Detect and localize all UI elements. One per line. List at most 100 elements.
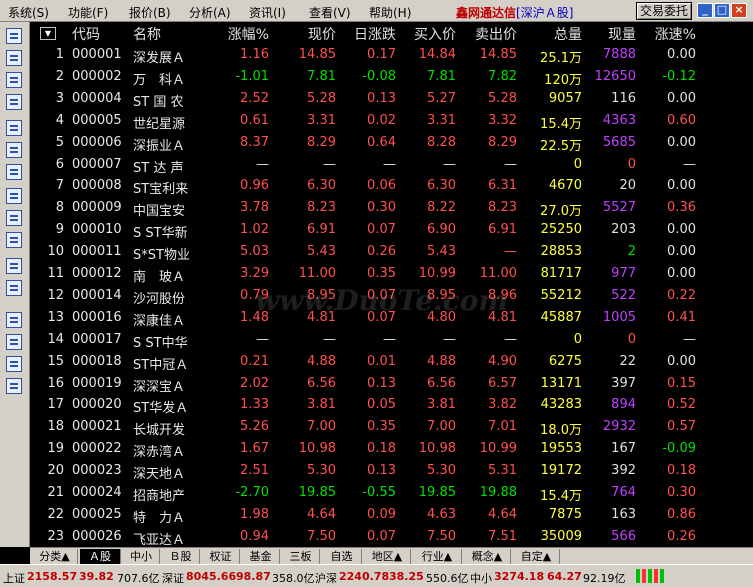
day-change: 0.07 — [367, 222, 396, 238]
speed: 0.86 — [667, 506, 696, 522]
change-pct: 0.21 — [240, 353, 269, 369]
table-row[interactable]: 11 000012 南 玻Ａ 3.29 11.00 0.35 10.99 11.00 81717… — [30, 263, 753, 285]
row-index: 10 — [47, 244, 64, 260]
col-bid[interactable]: 买入价 — [406, 24, 456, 44]
price: 19.85 — [298, 485, 336, 500]
trade-order-button[interactable]: 交易委托 — [636, 2, 692, 20]
menu-info[interactable]: 资讯(I) — [249, 4, 286, 21]
market-bar-4 — [654, 569, 658, 583]
volume: 43283 — [540, 397, 582, 413]
bid-price: 19.85 — [418, 485, 456, 500]
report-icon[interactable] — [6, 142, 22, 158]
price: 6.56 — [307, 375, 336, 391]
table-row[interactable]: 21 000024 招商地产 -2.70 19.85 -0.55 19.85 19.88 15.… — [30, 482, 753, 504]
table-row[interactable]: 23 000026 飞亚达Ａ 0.94 7.50 0.07 7.50 7.51 35009 566… — [30, 526, 753, 547]
table-row[interactable]: 2 000002 万 科Ａ -1.01 7.81 -0.08 7.81 7.82 120万 126… — [30, 66, 753, 88]
table-row[interactable]: 5 000006 深振业Ａ 8.37 8.29 0.64 8.28 8.29 22.5万 5685… — [30, 132, 753, 154]
table-row[interactable]: 10 000011 S*ST物业 5.03 5.43 0.26 5.43 — 28853 2 0.0… — [30, 241, 753, 263]
tab-0[interactable]: 分类▲ — [32, 549, 78, 564]
menu-view[interactable]: 查看(V) — [309, 4, 351, 21]
search-icon[interactable] — [6, 258, 22, 274]
col-price[interactable]: 现价 — [284, 24, 336, 44]
tab-10[interactable]: 概念▲ — [464, 549, 511, 564]
mail-icon[interactable] — [6, 188, 22, 204]
zx-index: 3274.18 — [494, 570, 545, 583]
tab-3[interactable]: Ｂ股 — [162, 549, 200, 564]
tab-1[interactable]: Ａ股 — [80, 549, 121, 564]
speed: 0.26 — [667, 528, 696, 544]
tab-9[interactable]: 行业▲ — [413, 549, 462, 564]
col-change-pct[interactable]: 涨幅% — [215, 24, 269, 44]
quote-list-icon[interactable] — [6, 28, 22, 44]
col-current-volume[interactable]: 现量 — [593, 24, 636, 44]
menu-system[interactable]: 系统(S) — [8, 4, 49, 21]
row-index: 18 — [47, 419, 64, 435]
function-icon[interactable] — [6, 232, 22, 248]
kline-icon[interactable] — [6, 94, 22, 110]
menu-function[interactable]: 功能(F) — [68, 4, 108, 21]
stock-name: 中国宝安 — [133, 204, 186, 220]
price: 11.00 — [298, 266, 336, 281]
col-volume[interactable]: 总量 — [530, 24, 582, 44]
stock-code: 000025 — [72, 506, 122, 522]
line-chart-icon[interactable] — [6, 72, 22, 88]
tab-8[interactable]: 地区▲ — [364, 549, 411, 564]
bid-price: 8.22 — [427, 200, 456, 216]
status-bar: 上证 2158.57 39.82 707.6亿 深证 8045.66 98.87… — [0, 564, 753, 587]
day-change: 0.02 — [367, 112, 396, 128]
table-icon[interactable] — [6, 50, 22, 66]
sort-arrow-icon[interactable]: ▼ — [40, 27, 56, 40]
tab-6[interactable]: 三板 — [282, 549, 320, 564]
col-speed[interactable]: 涨速% — [650, 24, 696, 44]
table-row[interactable]: 9 000010 S ST华新 1.02 6.91 0.07 6.90 6.91 25250 20… — [30, 219, 753, 241]
stock-name: 深赤湾Ａ — [133, 445, 186, 461]
folder-icon[interactable] — [6, 312, 22, 328]
stock-code: 000004 — [72, 90, 122, 106]
table-row[interactable]: 4 000005 世纪星源 0.61 3.31 0.02 3.31 3.32 15.4万 4363… — [30, 110, 753, 132]
sort-icon[interactable] — [6, 334, 22, 350]
tab-5[interactable]: 基金 — [242, 549, 280, 564]
table-row[interactable]: 15 000018 ST中冠Ａ 0.21 4.88 0.01 4.88 4.90 6275 22 0… — [30, 351, 753, 373]
trade-icon[interactable] — [6, 356, 22, 372]
close-icon[interactable]: × — [731, 3, 747, 18]
menu-analysis[interactable]: 分析(A) — [189, 4, 231, 21]
hs-change: 38.25 — [389, 570, 424, 583]
tab-11[interactable]: 自定▲ — [513, 549, 560, 564]
row-index: 14 — [47, 331, 64, 347]
news-icon[interactable] — [6, 120, 22, 136]
table-row[interactable]: 22 000025 特 力Ａ 1.98 4.64 0.09 4.63 4.64 7875 163 0… — [30, 504, 753, 526]
current-volume: 894 — [611, 397, 636, 413]
col-ask[interactable]: 卖出价 — [467, 24, 517, 44]
menu-quote[interactable]: 报价(B) — [129, 4, 171, 21]
table-row[interactable]: 6 000007 ST 达 声 — — — — — 0 0 — — [30, 154, 753, 176]
table-row[interactable]: 8 000009 中国宝安 3.78 8.23 0.30 8.22 8.23 27.0万 5527… — [30, 197, 753, 219]
stock-name: 南 玻Ａ — [133, 270, 186, 285]
row-index: 1 — [55, 47, 64, 62]
users-icon[interactable] — [6, 210, 22, 226]
table-row[interactable]: 1 000001 深发展Ａ 1.16 14.85 0.17 14.84 14.85 25.1万 7… — [30, 44, 753, 66]
table-row[interactable]: 3 000004 ST 国 农 2.52 5.28 0.13 5.27 5.28 9057 116… — [30, 88, 753, 110]
menu-help[interactable]: 帮助(H) — [369, 4, 411, 21]
transfer-icon[interactable] — [6, 378, 22, 394]
exit-icon[interactable] — [6, 280, 22, 296]
ask-price: 4.64 — [488, 506, 517, 522]
table-row[interactable]: 7 000008 ST宝利来 0.96 6.30 0.06 6.30 6.31 4670 20 0.… — [30, 175, 753, 197]
tab-2[interactable]: 中小 — [123, 549, 160, 564]
stock-code: 000010 — [72, 222, 122, 238]
table-row[interactable]: 20 000023 深天地Ａ 2.51 5.30 0.13 5.30 5.31 19172 392… — [30, 460, 753, 482]
document-icon[interactable] — [6, 164, 22, 180]
maximize-icon[interactable]: □ — [714, 3, 730, 18]
table-row[interactable]: 14 000017 S ST中华 — — — — — 0 0 — — [30, 329, 753, 351]
col-name[interactable]: 名称 — [133, 24, 161, 44]
table-row[interactable]: 18 000021 长城开发 5.26 7.00 0.35 7.00 7.01 18.0万 293… — [30, 416, 753, 438]
tab-7[interactable]: 自选 — [322, 549, 362, 564]
table-row[interactable]: 16 000019 深深宝Ａ 2.02 6.56 0.13 6.56 6.57 13171 397… — [30, 373, 753, 395]
table-row[interactable]: 17 000020 ST华发Ａ 1.33 3.81 0.05 3.81 3.82 43283 89… — [30, 394, 753, 416]
minimize-icon[interactable]: _ — [697, 3, 713, 18]
table-row[interactable]: 19 000022 深赤湾Ａ 1.67 10.98 0.18 10.98 10.99 19553… — [30, 438, 753, 460]
current-volume: 392 — [611, 463, 636, 479]
tab-4[interactable]: 权证 — [202, 549, 240, 564]
col-day-change[interactable]: 日涨跌 — [346, 24, 396, 44]
col-code[interactable]: 代码 — [72, 24, 100, 44]
volume: 4670 — [548, 178, 582, 194]
